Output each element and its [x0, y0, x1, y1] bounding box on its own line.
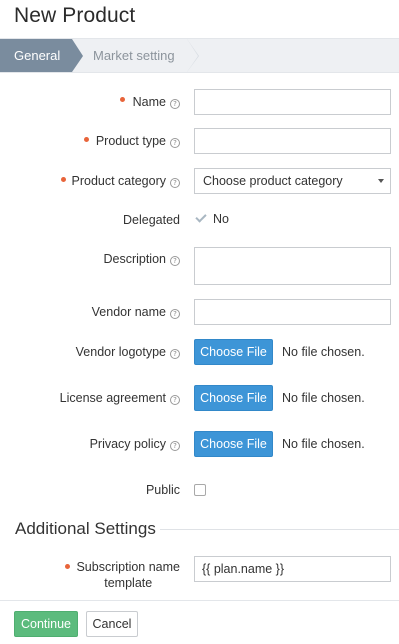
product-type-input[interactable] [194, 128, 391, 154]
privacy-policy-choose-file-button[interactable]: Choose File [194, 431, 273, 457]
help-icon[interactable]: ? [170, 256, 180, 266]
license-agreement-label: License agreement? [60, 390, 180, 406]
help-icon[interactable]: ? [170, 138, 180, 148]
tab-market-setting-label: Market setting [93, 48, 175, 63]
subscription-name-template-input[interactable] [194, 556, 391, 582]
help-icon[interactable]: ? [170, 99, 180, 109]
vendor-name-label: Vendor name? [92, 304, 180, 320]
subscription-name-label: Subscription name template [76, 560, 180, 590]
required-indicator [61, 177, 66, 182]
privacy-policy-label: Privacy policy? [90, 436, 180, 452]
delegated-value: No [213, 212, 229, 226]
help-icon[interactable]: ? [170, 309, 180, 319]
license-agreement-file-status: No file chosen. [282, 391, 365, 405]
chevron-down-icon [378, 179, 384, 183]
form-footer: Continue Cancel [0, 600, 399, 644]
wizard-steps: General Market setting [0, 38, 399, 73]
vendor-logotype-label: Vendor logotype? [76, 344, 180, 360]
vendor-logotype-file-status: No file chosen. [282, 345, 365, 359]
tab-market-setting[interactable]: Market setting [72, 39, 199, 72]
tab-general[interactable]: General [0, 39, 83, 72]
section-title-additional-settings: Additional Settings [15, 519, 156, 538]
help-icon[interactable]: ? [170, 441, 180, 451]
license-agreement-choose-file-button[interactable]: Choose File [194, 385, 273, 411]
help-icon[interactable]: ? [170, 178, 180, 188]
vendor-logotype-choose-file-button[interactable]: Choose File [194, 339, 273, 365]
product-type-label: Product type? [96, 133, 180, 149]
required-indicator [84, 137, 89, 142]
help-icon[interactable]: ? [170, 395, 180, 405]
name-label: Name? [133, 94, 180, 110]
continue-button[interactable]: Continue [14, 611, 78, 637]
tab-general-label: General [14, 48, 61, 63]
help-icon[interactable]: ? [170, 349, 180, 359]
page-title: New Product [14, 4, 136, 27]
description-label: Description? [103, 251, 180, 267]
required-indicator [120, 97, 125, 102]
description-textarea[interactable] [194, 247, 391, 285]
product-category-selected: Choose product category [203, 174, 343, 188]
product-category-label: Product category? [72, 173, 180, 189]
delegated-label: Delegated [123, 213, 180, 227]
check-icon [195, 211, 207, 223]
vendor-name-input[interactable] [194, 299, 391, 325]
tab-arrow-fill [187, 39, 198, 72]
name-input[interactable] [194, 89, 391, 115]
privacy-policy-file-status: No file chosen. [282, 437, 365, 451]
public-label: Public [145, 483, 180, 497]
cancel-button[interactable]: Cancel [86, 611, 138, 637]
section-divider [160, 529, 399, 530]
public-checkbox[interactable] [194, 484, 206, 496]
product-category-select[interactable]: Choose product category [194, 168, 391, 194]
required-indicator [65, 564, 70, 569]
